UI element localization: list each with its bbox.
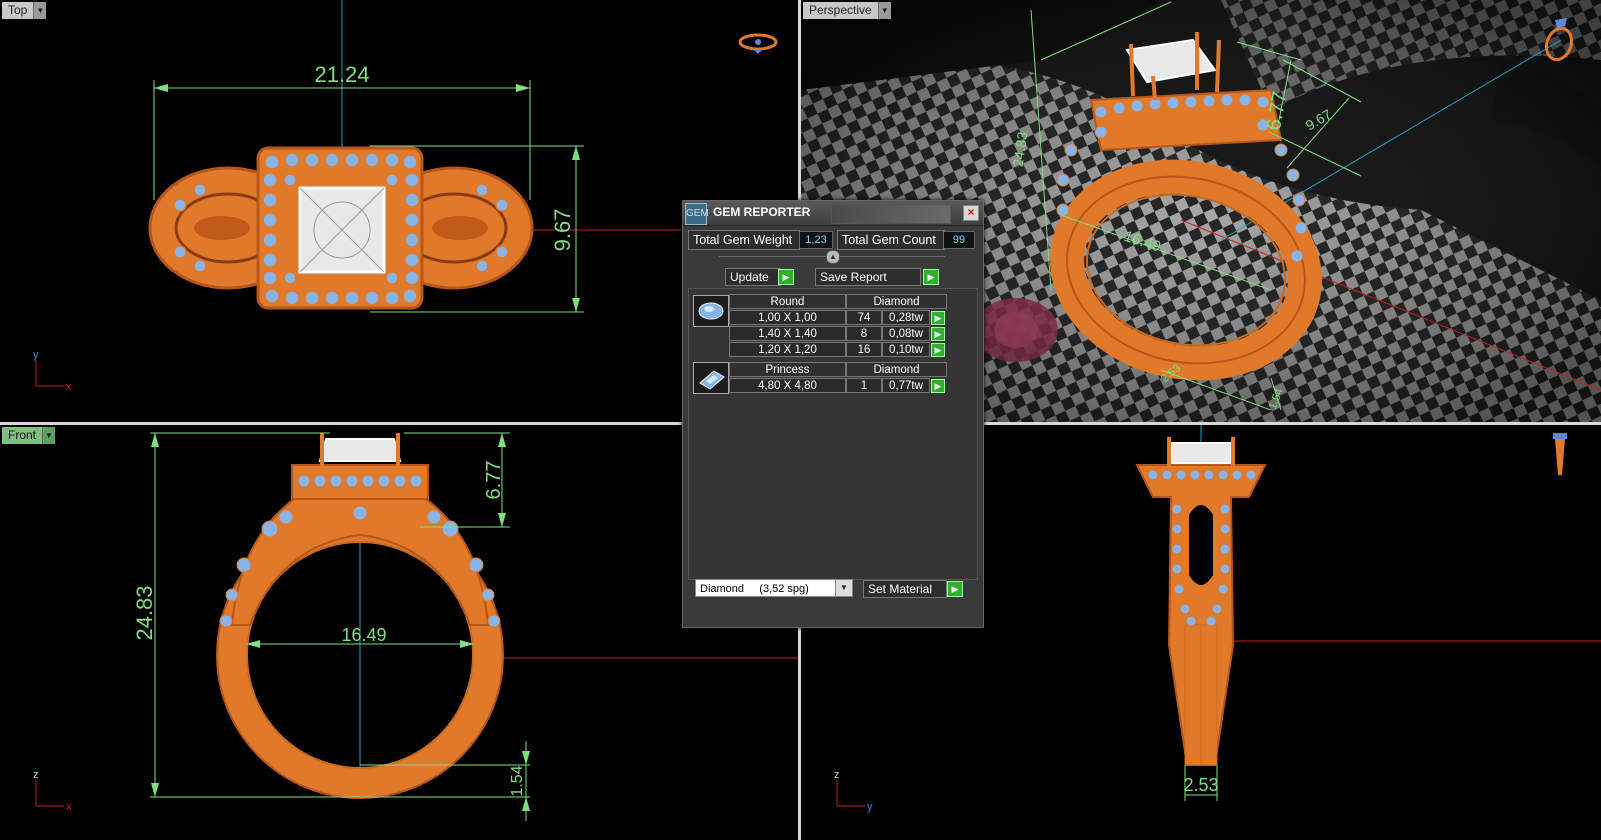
front-inner-dimension: 16.49 [341,625,386,645]
gem-weight: 0,08tw [882,326,930,341]
ring-side-model[interactable] [1135,437,1267,766]
round-gem-icon[interactable] [693,295,729,327]
update-button[interactable]: Update [725,268,781,286]
select-gems-icon[interactable]: ▶ [931,327,945,341]
top-width-dimension: 21.24 [314,62,369,87]
top-view-canvas[interactable]: 21.24 9.67 x y [0,0,798,422]
front-view-canvas[interactable]: 24.83 6.77 16.49 1.54 x z [0,425,798,840]
top-viewport[interactable]: 21.24 9.67 x y Top ▼ [0,0,798,422]
ring-top-model[interactable] [148,146,534,310]
set-material-go-icon[interactable]: ▶ [947,581,963,597]
material-select-value: Diamond (3,52 spg) [700,583,809,595]
select-gems-icon[interactable]: ▶ [931,343,945,357]
princess-gem-icon[interactable] [693,362,729,394]
gem-count: 1 [846,378,882,393]
select-gems-icon[interactable]: ▶ [931,311,945,325]
perspective-viewport-label[interactable]: Perspective ▼ [803,2,891,19]
svg-text:x: x [66,801,72,813]
group-material-header: Diamond [846,294,947,309]
chevron-down-icon[interactable]: ▼ [42,427,56,444]
top-viewport-label[interactable]: Top ▼ [2,2,47,19]
front-head-dimension: 6.77 [483,461,505,500]
gem-weight: 0,10tw [882,342,930,357]
right-shank-dimension: 2.53 [1183,775,1218,795]
viewport-title[interactable]: Perspective [803,2,878,19]
gem-size: 1,20 X 1,20 [729,342,846,357]
gem-count: 8 [846,326,882,341]
select-gems-icon[interactable]: ▶ [931,379,945,393]
chevron-down-icon[interactable]: ▼ [877,2,891,19]
front-base-dimension: 1.54 [509,765,526,796]
svg-text:y: y [867,801,873,813]
material-select[interactable]: Diamond (3,52 spg) ▼ [695,579,853,597]
svg-text:x: x [66,381,72,393]
top-view-cube-icon[interactable] [738,33,778,54]
svg-text:z: z [834,769,840,781]
chevron-down-icon[interactable]: ▼ [835,580,852,596]
group-material-header: Diamond [846,362,947,377]
gem-size: 4,80 X 4,80 [729,378,846,393]
group-shape-header: Princess [729,362,846,377]
close-icon[interactable]: × [963,205,979,221]
front-axis-gizmo: x z [33,769,72,813]
right-axis-gizmo: y z [834,769,873,813]
svg-text:z: z [33,769,39,781]
total-gem-count-label: Total Gem Count [837,230,945,250]
set-material-button[interactable]: Set Material [863,580,947,598]
top-height-dimension: 9.67 [550,209,575,252]
front-viewport-label[interactable]: Front ▼ [2,427,56,444]
save-report-button[interactable]: Save Report [815,268,921,286]
gem-count: 74 [846,310,882,325]
gem-reporter-titlebar[interactable]: GEM GEM REPORTER × [683,201,983,226]
front-viewport[interactable]: 24.83 6.77 16.49 1.54 x z Front ▼ [0,425,798,840]
chevron-down-icon[interactable]: ▼ [33,2,47,19]
gem-size: 1,00 X 1,00 [729,310,846,325]
viewport-title[interactable]: Top [2,2,34,19]
gem-reporter-title: GEM REPORTER [713,205,811,219]
total-gem-weight-label: Total Gem Weight [688,230,800,250]
gem-list[interactable]: Round Diamond 1,00 X 1,00 74 0,28tw ▶ 1,… [688,288,978,580]
gem-weight: 0,28tw [882,310,930,325]
top-axis-gizmo: x y [33,349,72,393]
update-go-icon[interactable]: ▶ [778,269,794,285]
gem-reporter-logo-icon: GEM [685,203,709,225]
title-decoration [831,204,951,224]
gem-weight: 0,77tw [882,378,930,393]
collapse-icon[interactable]: ▲ [826,250,840,264]
gem-size: 1,40 X 1,40 [729,326,846,341]
viewport-title[interactable]: Front [2,427,43,444]
total-gem-weight-value: 1,23 [799,231,833,249]
gem-reporter-panel[interactable]: GEM GEM REPORTER × Total Gem Weight 1,23… [682,200,984,628]
svg-text:y: y [33,349,39,361]
front-total-dimension: 24.83 [132,585,157,640]
gem-count: 16 [846,342,882,357]
save-report-go-icon[interactable]: ▶ [923,269,939,285]
total-gem-count-value: 99 [943,231,975,249]
right-view-cube-icon[interactable] [1553,433,1567,475]
group-shape-header: Round [729,294,846,309]
